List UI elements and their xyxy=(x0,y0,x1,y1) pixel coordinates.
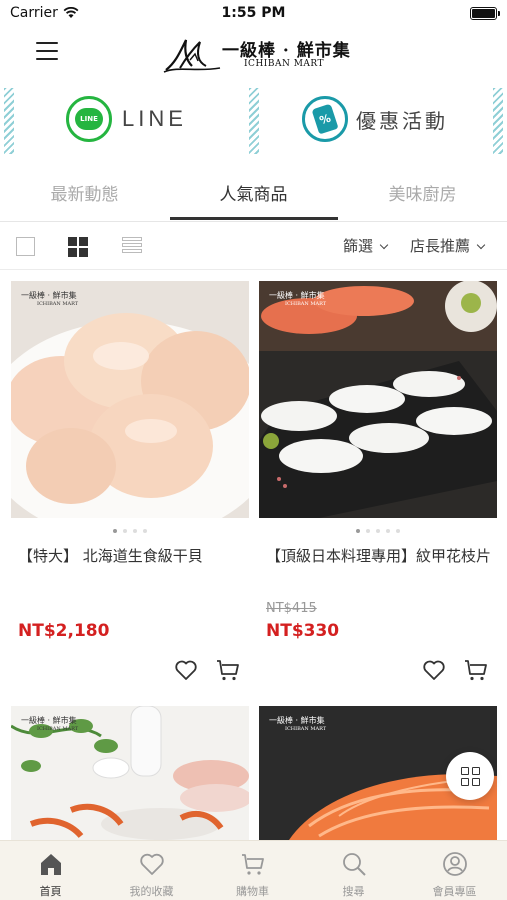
single-column-view-icon[interactable] xyxy=(16,237,35,256)
watermark-en: ICHIBAN MART xyxy=(37,726,79,732)
watermark-logo: 一級棒 · 鮮市集 ICHIBAN MART xyxy=(21,291,78,309)
product-price: NT$330 xyxy=(266,621,340,641)
nav-search[interactable]: 搜尋 xyxy=(303,841,404,900)
nav-member[interactable]: 會員專區 xyxy=(404,841,505,900)
battery-icon xyxy=(470,7,500,20)
decor-stripe xyxy=(493,88,503,154)
home-icon xyxy=(41,854,61,875)
category-grid-button[interactable] xyxy=(446,752,494,800)
heart-icon[interactable] xyxy=(422,658,446,682)
line-label: LINE xyxy=(122,106,187,131)
original-price: NT$415 xyxy=(266,601,317,616)
watermark-cn: 一級棒 · 鮮市集 xyxy=(21,716,77,725)
decor-stripe xyxy=(4,88,14,154)
watermark-logo: 一級棒 · 鮮市集 ICHIBAN MART xyxy=(269,716,326,734)
category-tabs: 最新動態 人氣商品 美味廚房 xyxy=(0,170,507,222)
status-bar: Carrier 1:55 PM xyxy=(0,0,507,28)
watermark-en: ICHIBAN MART xyxy=(285,301,327,307)
heart-icon[interactable] xyxy=(174,658,198,682)
scallop-photo xyxy=(11,281,249,518)
decor-stripe xyxy=(249,88,259,154)
logo-mark-icon xyxy=(163,39,221,73)
list-view-icon[interactable] xyxy=(122,237,142,255)
nav-label: 會員專區 xyxy=(432,885,477,898)
image-pagination xyxy=(11,529,249,533)
product-image[interactable]: 一級棒 · 鮮市集 ICHIBAN MART xyxy=(11,281,249,518)
filter-dropdown[interactable]: 篩選 xyxy=(343,235,389,256)
user-icon xyxy=(443,852,467,876)
watermark-logo: 一級棒 · 鮮市集 ICHIBAN MART xyxy=(269,291,326,309)
tab-delicious-kitchen[interactable]: 美味廚房 xyxy=(338,180,507,205)
nav-home[interactable]: 首頁 xyxy=(0,841,101,900)
nav-label: 購物車 xyxy=(236,885,269,898)
cart-icon[interactable] xyxy=(216,658,240,682)
bottom-nav-bar: 首頁 我的收藏 購物車 搜尋 會員專區 xyxy=(0,840,507,900)
nav-label: 首頁 xyxy=(39,885,62,898)
promotions-label: 優惠活動 xyxy=(356,108,448,133)
active-tab-indicator xyxy=(170,217,338,220)
clock: 1:55 PM xyxy=(221,5,286,21)
line-bubble: LINE xyxy=(75,108,103,130)
product-price: NT$2,180 xyxy=(18,621,110,641)
watermark-cn: 一級棒 · 鮮市集 xyxy=(269,716,325,725)
sort-dropdown[interactable]: 店長推薦 xyxy=(410,235,486,256)
watermark-cn: 一級棒 · 鮮市集 xyxy=(21,291,77,300)
hamburger-menu-icon[interactable] xyxy=(36,42,58,60)
line-logo-icon: LINE xyxy=(66,96,112,142)
line-link-button[interactable]: LINE LINE xyxy=(66,96,187,142)
squid-sushi-photo xyxy=(259,281,497,518)
chevron-down-icon xyxy=(379,240,389,250)
search-icon xyxy=(343,853,366,876)
app-header: 一級棒 · 鮮市集 ICHIBAN MART xyxy=(0,28,507,80)
tab-popular-products[interactable]: 人氣商品 xyxy=(169,180,338,205)
watermark-cn: 一級棒 · 鮮市集 xyxy=(269,291,325,300)
product-image[interactable]: 一級棒 · 鮮市集 ICHIBAN MART xyxy=(259,281,497,518)
nav-favorites[interactable]: 我的收藏 xyxy=(101,841,202,900)
discount-tag-glyph: % xyxy=(311,103,339,135)
chevron-down-icon xyxy=(476,240,486,250)
nav-cart[interactable]: 購物車 xyxy=(202,841,303,900)
filter-label: 篩選 xyxy=(343,237,374,255)
nav-label: 我的收藏 xyxy=(129,885,174,898)
list-toolbar: 篩選 店長推薦 xyxy=(0,222,507,270)
product-title[interactable]: 【特大】 北海道生食級干貝 xyxy=(18,545,244,567)
product-image[interactable]: 一級棒 · 鮮市集 ICHIBAN MART xyxy=(11,706,249,840)
promotions-button[interactable]: % 優惠活動 xyxy=(302,96,448,142)
watermark-en: ICHIBAN MART xyxy=(285,726,327,732)
watermark-en: ICHIBAN MART xyxy=(37,301,79,307)
image-pagination xyxy=(259,529,497,533)
cart-icon[interactable] xyxy=(464,658,488,682)
tab-latest-news[interactable]: 最新動態 xyxy=(0,180,169,205)
discount-tag-icon: % xyxy=(302,96,348,142)
logo-english-name: ICHIBAN MART xyxy=(244,59,325,69)
brand-logo[interactable]: 一級棒 · 鮮市集 ICHIBAN MART xyxy=(162,32,352,74)
heart-icon xyxy=(140,853,164,875)
nav-label: 搜尋 xyxy=(342,885,365,898)
logo-chinese-name: 一級棒 · 鮮市集 xyxy=(222,41,351,61)
sort-label: 店長推薦 xyxy=(410,237,471,255)
watermark-logo: 一級棒 · 鮮市集 ICHIBAN MART xyxy=(21,716,78,734)
cart-icon xyxy=(242,854,264,875)
promo-banner: LINE LINE % 優惠活動 xyxy=(0,86,507,156)
grid-view-icon[interactable] xyxy=(68,237,88,257)
product-title[interactable]: 【頂級日本料理專用】紋甲花枝片 xyxy=(266,545,492,567)
